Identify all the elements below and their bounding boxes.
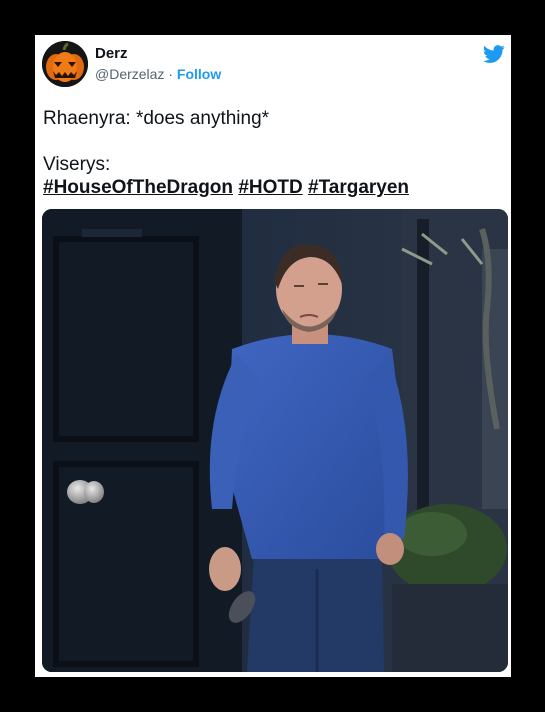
separator-dot: ·	[168, 66, 174, 82]
tweet-card: Derz @Derzelaz · Follow Rhaenyra: *does …	[35, 35, 511, 677]
tweet-text-line: Viserys:	[43, 154, 111, 175]
hashtag-targaryen[interactable]: #Targaryen	[308, 177, 409, 198]
follow-button[interactable]: Follow	[177, 66, 221, 82]
author-handle[interactable]: @Derzelaz	[95, 66, 164, 82]
author-line: @Derzelaz · Follow	[95, 66, 221, 82]
man-sighing-photo	[42, 209, 508, 672]
author-name[interactable]: Derz	[95, 45, 128, 62]
hashtag-row: #HouseOfTheDragon #HOTD #Targaryen	[43, 176, 503, 199]
tweet-text-line: Rhaenyra: *does anything*	[43, 108, 270, 129]
pumpkin-avatar-icon	[42, 41, 88, 87]
hashtag-house-of-the-dragon[interactable]: #HouseOfTheDragon	[43, 177, 233, 198]
tweet-photo[interactable]	[42, 209, 508, 672]
avatar[interactable]	[42, 41, 88, 87]
tweet-text: Rhaenyra: *does anything* Viserys: #Hous…	[43, 107, 503, 199]
hashtag-hotd[interactable]: #HOTD	[238, 177, 302, 198]
text-line-gap	[43, 130, 503, 153]
twitter-bird-icon[interactable]	[483, 43, 505, 65]
